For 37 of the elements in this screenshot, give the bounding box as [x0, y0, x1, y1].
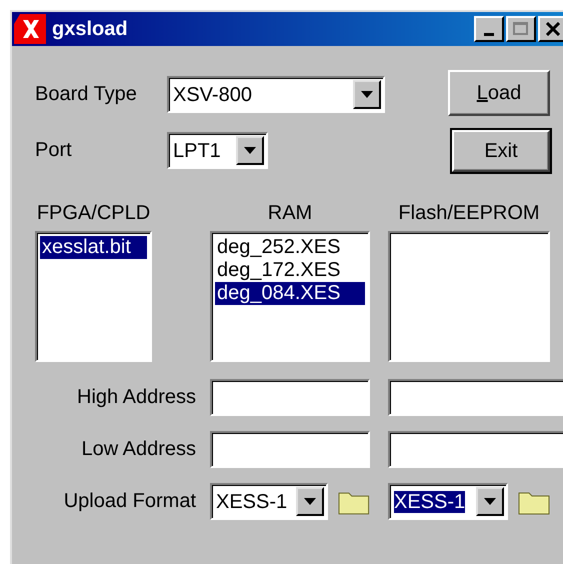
- format-dropdown[interactable]: XESS-1: [388, 483, 508, 520]
- exit-button[interactable]: Exit: [452, 130, 550, 172]
- dropdown-arrow-icon: [484, 498, 496, 505]
- maximize-icon: [513, 22, 529, 36]
- minimize-icon: [484, 32, 494, 36]
- board-type-dropdown[interactable]: XSV-800: [167, 76, 385, 113]
- load-button[interactable]: Load: [448, 70, 550, 116]
- upload-format-label: Upload Format: [62, 490, 197, 513]
- list-item[interactable]: xesslat.bit: [40, 236, 147, 259]
- dropdown-arrow-icon: [361, 91, 373, 98]
- file-listbox[interactable]: deg_252.XES deg_172.XES deg_084.XES: [210, 231, 370, 362]
- list-item[interactable]: deg_172.XES: [215, 259, 365, 282]
- list-item[interactable]: deg_252.XES: [215, 236, 365, 259]
- app-logo-icon: [14, 14, 46, 44]
- address-label: High Address: [76, 386, 197, 409]
- minimize-button[interactable]: [474, 16, 504, 42]
- address-field[interactable]: [210, 431, 370, 468]
- maximize-button[interactable]: [506, 16, 536, 42]
- address-field[interactable]: [388, 379, 563, 416]
- address-label: Low Address: [80, 438, 197, 461]
- address-field[interactable]: [388, 431, 563, 468]
- port-label: Port: [35, 139, 73, 162]
- file-listbox[interactable]: [388, 231, 550, 362]
- dropdown-arrow-icon: [244, 147, 256, 154]
- format-dropdown[interactable]: XESS-1: [210, 483, 328, 520]
- list-header: RAM: [266, 202, 314, 225]
- list-header: FPGA/CPLD: [36, 202, 152, 225]
- window-title: gxsload: [52, 18, 128, 40]
- address-field[interactable]: [210, 379, 370, 416]
- list-header: Flash/EEPROM: [397, 202, 541, 225]
- close-icon: [546, 22, 560, 36]
- port-dropdown[interactable]: LPT1: [167, 132, 268, 169]
- close-button[interactable]: [538, 16, 563, 42]
- dropdown-arrow-icon: [304, 498, 316, 505]
- file-listbox[interactable]: xesslat.bit: [35, 231, 152, 362]
- board-type-label: Board Type: [35, 83, 138, 106]
- list-item[interactable]: deg_084.XES: [215, 282, 365, 305]
